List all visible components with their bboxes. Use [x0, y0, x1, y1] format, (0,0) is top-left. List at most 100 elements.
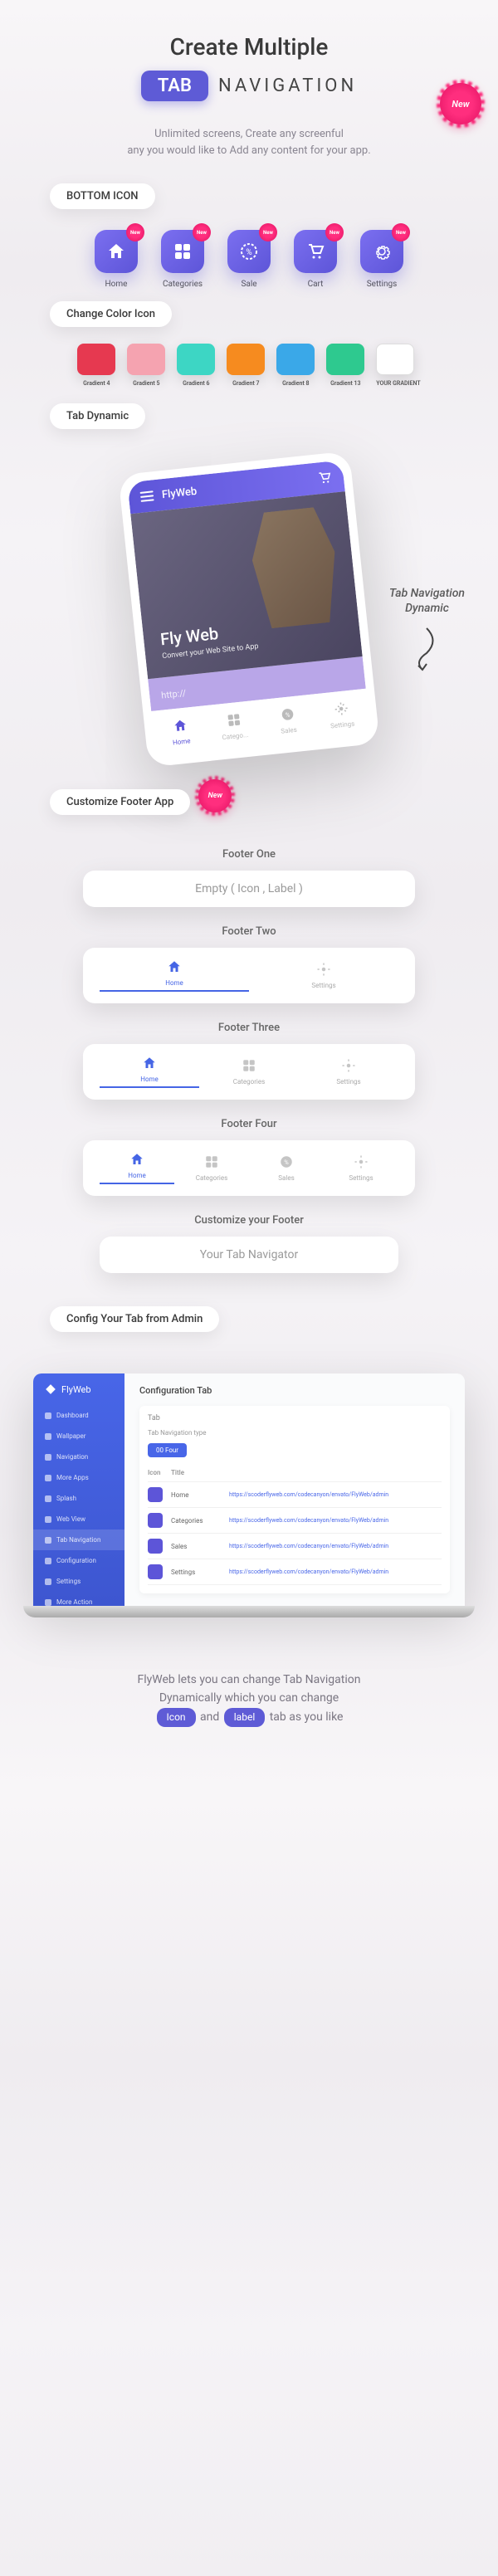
nav-type-select[interactable]: 00 Four — [148, 1443, 187, 1457]
color-label: Gradient 13 — [326, 380, 364, 387]
cart-icon[interactable] — [316, 470, 333, 486]
color-swatch[interactable] — [376, 344, 414, 375]
laptop-menu-item[interactable]: Tab Navigation — [33, 1530, 124, 1550]
bottom-text: FlyWeb lets you can change Tab Navigatio… — [75, 1671, 423, 1727]
laptop-menu-item[interactable]: Settings — [33, 1571, 124, 1592]
color-label: Gradient 6 — [177, 380, 215, 387]
color-grid: Gradient 4 Gradient 5 Gradient 6 Gradient 7… — [50, 344, 448, 387]
phone-app-title: FlyWeb — [161, 485, 198, 500]
laptop-menu-item[interactable]: Dashboard — [33, 1405, 124, 1426]
tab-home[interactable]: Home — [152, 715, 208, 749]
row-title: Sales — [171, 1543, 221, 1550]
footer-four-bar: Home Categories %Sales Settings — [83, 1140, 415, 1196]
footer-tab-categories[interactable]: Categories — [174, 1154, 249, 1182]
table-row[interactable]: Sales https://scoderflyweb.com/codecanyon… — [148, 1534, 442, 1559]
tab-sales[interactable]: %Sales — [260, 705, 316, 738]
new-mini-badge: New — [259, 223, 277, 242]
section-change-color: Change Color Icon — [50, 301, 172, 327]
laptop-menu-item[interactable]: Navigation — [33, 1447, 124, 1467]
table-row[interactable]: Categories https://scoderflyweb.com/codec… — [148, 1508, 442, 1534]
color-label: Gradient 7 — [227, 380, 265, 387]
icon-label: Cart — [294, 280, 337, 289]
laptop-menu-item[interactable]: Web View — [33, 1509, 124, 1530]
footer-tab-settings[interactable]: Settings — [249, 962, 398, 989]
section-customize-footer: Customize Footer App — [50, 789, 190, 815]
color-swatch[interactable] — [326, 344, 364, 375]
main-title: Create Multiple — [50, 33, 448, 61]
home-icon[interactable]: New — [95, 230, 138, 273]
new-badge: New — [440, 83, 481, 124]
icon-label: Home — [95, 280, 138, 289]
hamburger-icon[interactable] — [140, 490, 154, 502]
footer-custom-heading: Customize your Footer — [50, 1214, 448, 1227]
laptop-menu-item[interactable]: Splash — [33, 1488, 124, 1509]
subtitle: Unlimited screens, Create any screenful … — [66, 126, 432, 159]
tab-settings[interactable]: Settings — [313, 699, 369, 732]
new-mini-badge: New — [126, 223, 144, 242]
footer-one-heading: Footer One — [50, 848, 448, 861]
cart-icon[interactable]: New — [294, 230, 337, 273]
row-url: https://scoderflyweb.com/codecanyon/enva… — [229, 1517, 442, 1524]
svg-text:%: % — [284, 1159, 289, 1166]
bottom-icon-grid: New Home New Categories New % Sale New C… — [50, 230, 448, 289]
row-title: Settings — [171, 1569, 221, 1576]
icon-label: Categories — [161, 280, 204, 289]
color-label: Gradient 8 — [276, 380, 315, 387]
new-mini-badge: New — [392, 223, 410, 242]
footer-two-heading: Footer Two — [50, 925, 448, 938]
arrow-icon — [406, 624, 447, 674]
footer-two-bar: Home Settings — [83, 948, 415, 1003]
footer-tab-home[interactable]: Home — [100, 1152, 174, 1184]
tab-pill: TAB — [141, 71, 208, 101]
nav-type-label: Tab Navigation type — [148, 1429, 442, 1437]
laptop-mockup: FlyWeb DashboardWallpaperNavigationMore … — [33, 1373, 465, 1629]
tab-categories[interactable]: Catego... — [206, 710, 262, 743]
laptop-menu-item[interactable]: Configuration — [33, 1550, 124, 1571]
percent-icon[interactable]: New % — [227, 230, 271, 273]
footer-tab-settings[interactable]: Settings — [324, 1154, 398, 1182]
section-tab-dynamic: Tab Dynamic — [50, 403, 145, 429]
color-label: Gradient 4 — [77, 380, 115, 387]
row-icon — [148, 1487, 163, 1502]
new-badge: New — [198, 779, 232, 812]
callout: Tab NavigationDynamic — [389, 586, 465, 677]
footer-tab-categories[interactable]: Categories — [199, 1058, 299, 1086]
table-row[interactable]: Settingshttps://scoderflyweb.com/codecan… — [148, 1559, 442, 1585]
footer-tab-home[interactable]: Home — [100, 959, 249, 992]
row-url: https://scoderflyweb.com/codecanyon/enva… — [229, 1491, 442, 1498]
row-title: Categories — [171, 1517, 221, 1525]
footer-tab-home[interactable]: Home — [100, 1056, 199, 1088]
footer-tab-settings[interactable]: Settings — [299, 1058, 398, 1086]
laptop-menu-item[interactable]: Wallpaper — [33, 1426, 124, 1447]
config-tab-heading: Configuration Tab — [139, 1385, 450, 1396]
section-config-admin: Config Your Tab from Admin — [50, 1306, 219, 1332]
color-label: Gradient 5 — [127, 380, 165, 387]
row-url: https://scoderflyweb.com/codecanyon/enva… — [229, 1543, 442, 1549]
color-swatch[interactable] — [77, 344, 115, 375]
laptop-menu-item[interactable]: More Apps — [33, 1467, 124, 1488]
tab-label: Tab — [148, 1414, 442, 1422]
table-row[interactable]: Home https://scoderflyweb.com/codecanyon/… — [148, 1482, 442, 1508]
color-swatch[interactable] — [127, 344, 165, 375]
footer-tab-sales[interactable]: %Sales — [249, 1154, 324, 1182]
row-icon — [148, 1513, 163, 1528]
footer-three-heading: Footer Three — [50, 1022, 448, 1034]
svg-text:%: % — [246, 248, 251, 257]
color-swatch[interactable] — [177, 344, 215, 375]
color-label: YOUR GRADIENT — [376, 380, 420, 387]
icon-pill: Icon — [157, 1708, 196, 1727]
section-bottom-icon: BOTTOM ICON — [50, 183, 155, 209]
grid-icon[interactable]: New — [161, 230, 204, 273]
footer-one-bar: Empty ( Icon , Label ) — [83, 871, 415, 907]
row-icon — [148, 1539, 163, 1554]
color-swatch[interactable] — [227, 344, 265, 375]
row-icon — [148, 1564, 163, 1579]
color-swatch[interactable] — [276, 344, 315, 375]
label-pill: label — [224, 1708, 265, 1727]
phone-mockup: FlyWeb Fly Web Convert your Web Site to … — [118, 451, 379, 767]
laptop-menu-item[interactable]: More Action — [33, 1592, 124, 1606]
row-title: Home — [171, 1491, 221, 1499]
navigation-text: NAVIGATION — [218, 76, 357, 96]
gear-icon[interactable]: New — [360, 230, 403, 273]
new-mini-badge: New — [193, 223, 211, 242]
